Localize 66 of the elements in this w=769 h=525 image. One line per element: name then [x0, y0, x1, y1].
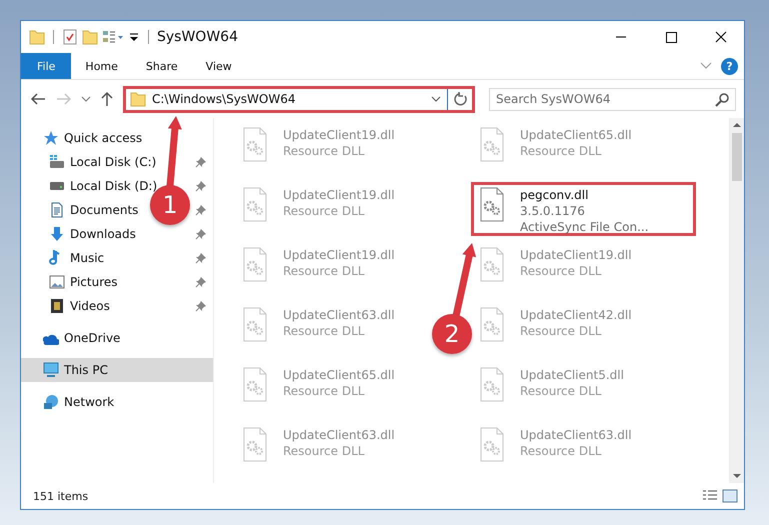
file-detail: Resource DLL — [283, 383, 364, 399]
pin-icon[interactable] — [195, 156, 207, 168]
new-folder-icon[interactable] — [82, 29, 98, 45]
large-icons-view-icon[interactable] — [722, 489, 738, 503]
address-bar[interactable]: C:\Windows\SysWOW64 — [123, 86, 475, 112]
nav-item[interactable]: This PC — [43, 362, 108, 378]
item-count: 151 items — [33, 490, 88, 502]
file-detail: Resource DLL — [520, 143, 602, 159]
monitor-icon — [43, 362, 59, 378]
file-tab[interactable]: File — [21, 53, 72, 79]
nav-item[interactable]: OneDrive — [43, 330, 120, 346]
file-detail: 3.5.0.1176 — [520, 203, 585, 219]
picture-icon — [49, 274, 65, 290]
nav-item[interactable]: Videos — [49, 298, 110, 314]
properties-icon[interactable] — [62, 29, 78, 45]
network-icon — [43, 394, 59, 410]
up-arrow-icon[interactable] — [99, 91, 115, 107]
file-detail: Resource DLL — [283, 263, 364, 279]
document-icon — [49, 202, 65, 218]
nav-item[interactable]: Music — [49, 250, 104, 266]
scroll-down-icon[interactable] — [732, 472, 742, 480]
file-detail: Resource DLL — [283, 203, 364, 219]
pin-icon[interactable] — [195, 300, 207, 312]
file-detail: Resource DLL — [283, 323, 364, 339]
file-detail: Resource DLL — [520, 443, 602, 459]
drive-icon — [49, 154, 65, 170]
pin-icon[interactable] — [195, 252, 207, 264]
file-detail: Resource DLL — [520, 383, 602, 399]
nav-item[interactable]: Quick access — [43, 130, 142, 146]
refresh-icon[interactable] — [454, 92, 468, 106]
file-detail: Resource DLL — [283, 143, 364, 159]
pin-icon[interactable] — [195, 204, 207, 216]
address-path: C:\Windows\SysWOW64 — [152, 92, 296, 106]
back-arrow-icon[interactable] — [29, 91, 47, 107]
film-icon — [49, 298, 65, 314]
search-icon[interactable] — [714, 92, 730, 108]
nav-item[interactable]: Network — [43, 394, 114, 410]
scroll-up-icon[interactable] — [732, 121, 742, 129]
chevron-down-icon[interactable] — [431, 96, 441, 102]
file-detail: ActiveSync File Con... — [520, 219, 649, 235]
nav-item[interactable]: Downloads — [49, 226, 136, 242]
file-detail: Resource DLL — [520, 263, 602, 279]
download-arrow-icon — [49, 226, 65, 242]
scrollbar[interactable] — [729, 118, 744, 483]
ribbon-tab[interactable]: Share — [132, 53, 192, 79]
star-icon — [43, 130, 59, 146]
window-title: SysWOW64 — [157, 29, 238, 45]
folder-icon — [130, 91, 146, 107]
folder-icon[interactable] — [29, 29, 45, 45]
pin-icon[interactable] — [195, 180, 207, 192]
nav-item[interactable]: Local Disk (C:) — [49, 154, 156, 170]
help-button[interactable]: ? — [721, 58, 738, 74]
search-field[interactable]: Search SysWOW64 — [489, 88, 736, 110]
ribbon-tab[interactable]: Home — [71, 53, 132, 79]
chevron-down-icon[interactable] — [81, 96, 91, 102]
file-name[interactable]: pegconv.dll — [520, 187, 588, 203]
nav-item[interactable]: Pictures — [49, 274, 118, 290]
pin-icon[interactable] — [195, 228, 207, 240]
dll-file-icon[interactable] — [478, 187, 506, 223]
pin-icon[interactable] — [195, 276, 207, 288]
file-detail: Resource DLL — [520, 323, 602, 339]
scrollbar-thumb[interactable] — [732, 133, 742, 181]
view-options-icon[interactable] — [102, 29, 124, 45]
nav-item[interactable]: Documents — [49, 202, 138, 218]
ribbon-tab[interactable]: View — [192, 53, 246, 79]
file-detail: Resource DLL — [283, 443, 364, 459]
